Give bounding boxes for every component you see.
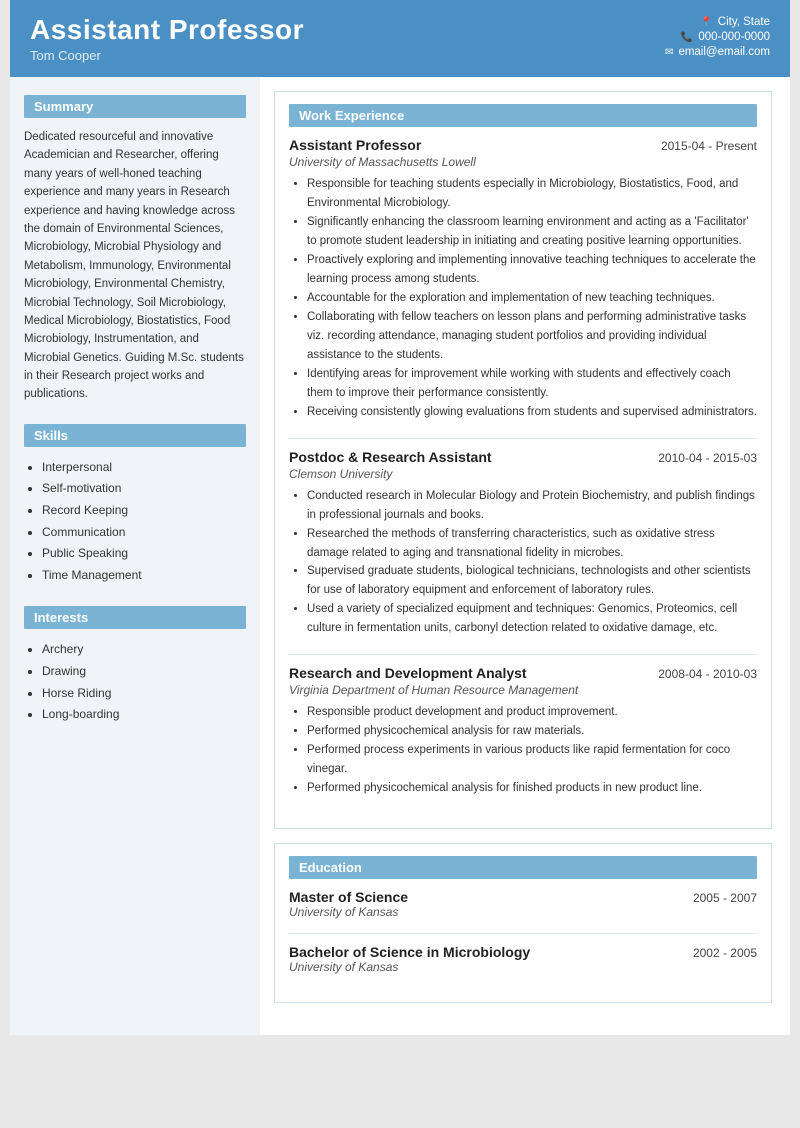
job-3-org: Virginia Department of Human Resource Ma… bbox=[289, 683, 757, 697]
job-1-header-row: Assistant Professor 2015-04 - Present bbox=[289, 137, 757, 153]
interests-section: Interests Archery Drawing Horse Riding L… bbox=[24, 606, 246, 725]
bullet: Identifying areas for improvement while … bbox=[307, 365, 757, 403]
skills-list: Interpersonal Self-motivation Record Kee… bbox=[24, 457, 246, 587]
bullet: Researched the methods of transferring c… bbox=[307, 525, 757, 563]
bullet: Supervised graduate students, biological… bbox=[307, 562, 757, 600]
job-3-header-row: Research and Development Analyst 2008-04… bbox=[289, 665, 757, 681]
bullet: Proactively exploring and implementing i… bbox=[307, 251, 757, 289]
email-icon: ✉ bbox=[665, 47, 673, 58]
job-3-title: Research and Development Analyst bbox=[289, 665, 527, 681]
edu-1-degree: Master of Science bbox=[289, 889, 408, 905]
summary-text: Dedicated resourceful and innovative Aca… bbox=[24, 128, 246, 404]
edu-1-dates: 2005 - 2007 bbox=[693, 891, 757, 905]
skill-item: Public Speaking bbox=[42, 543, 246, 565]
job-1-dates: 2015-04 - Present bbox=[661, 139, 757, 153]
left-column: Summary Dedicated resourceful and innova… bbox=[10, 77, 260, 1035]
header: Assistant Professor Tom Cooper 📍 City, S… bbox=[10, 0, 790, 77]
job-1-bullets: Responsible for teaching students especi… bbox=[289, 175, 757, 422]
job-3-bullets: Responsible product development and prod… bbox=[289, 703, 757, 798]
job-2-header-row: Postdoc & Research Assistant 2010-04 - 2… bbox=[289, 449, 757, 465]
interest-item: Long-boarding bbox=[42, 704, 246, 726]
education-header: Education bbox=[289, 856, 757, 879]
bullet: Performed process experiments in various… bbox=[307, 741, 757, 779]
email-row: ✉ email@email.com bbox=[665, 46, 770, 58]
bullet: Performed physicochemical analysis for r… bbox=[307, 722, 757, 741]
location-row: 📍 City, State bbox=[665, 16, 770, 28]
summary-header: Summary bbox=[24, 95, 246, 118]
bullet: Conducted research in Molecular Biology … bbox=[307, 487, 757, 525]
right-column: Work Experience Assistant Professor 2015… bbox=[260, 77, 790, 1035]
job-2-dates: 2010-04 - 2015-03 bbox=[658, 451, 757, 465]
job-2: Postdoc & Research Assistant 2010-04 - 2… bbox=[289, 449, 757, 639]
skill-item: Communication bbox=[42, 522, 246, 544]
location-icon: 📍 bbox=[700, 17, 712, 28]
edu-2-degree: Bachelor of Science in Microbiology bbox=[289, 944, 530, 960]
body: Summary Dedicated resourceful and innova… bbox=[10, 77, 790, 1035]
job-1: Assistant Professor 2015-04 - Present Un… bbox=[289, 137, 757, 422]
edu-2: Bachelor of Science in Microbiology 2002… bbox=[289, 944, 757, 974]
skill-item: Time Management bbox=[42, 565, 246, 587]
header-left: Assistant Professor Tom Cooper bbox=[30, 14, 304, 63]
header-contact: 📍 City, State 📞 000-000-0000 ✉ email@ema… bbox=[665, 16, 770, 61]
work-experience-header: Work Experience bbox=[289, 104, 757, 127]
phone-icon: 📞 bbox=[681, 32, 693, 43]
edu-2-header-row: Bachelor of Science in Microbiology 2002… bbox=[289, 944, 757, 960]
job-3: Research and Development Analyst 2008-04… bbox=[289, 665, 757, 798]
bullet: Used a variety of specialized equipment … bbox=[307, 600, 757, 638]
bullet: Accountable for the exploration and impl… bbox=[307, 289, 757, 308]
bullet: Significantly enhancing the classroom le… bbox=[307, 213, 757, 251]
education-section: Education Master of Science 2005 - 2007 … bbox=[274, 843, 772, 1003]
job-3-dates: 2008-04 - 2010-03 bbox=[658, 667, 757, 681]
interests-header: Interests bbox=[24, 606, 246, 629]
skill-item: Record Keeping bbox=[42, 500, 246, 522]
edu-1-header-row: Master of Science 2005 - 2007 bbox=[289, 889, 757, 905]
interest-item: Drawing bbox=[42, 661, 246, 683]
email-text: email@email.com bbox=[678, 46, 770, 58]
interest-item: Horse Riding bbox=[42, 683, 246, 705]
skill-item: Self-motivation bbox=[42, 478, 246, 500]
job-1-title: Assistant Professor bbox=[289, 137, 421, 153]
location-text: City, State bbox=[718, 16, 770, 28]
edu-1-org: University of Kansas bbox=[289, 905, 757, 919]
job-2-org: Clemson University bbox=[289, 467, 757, 481]
candidate-name: Tom Cooper bbox=[30, 48, 304, 63]
bullet: Collaborating with fellow teachers on le… bbox=[307, 308, 757, 365]
bullet: Receiving consistently glowing evaluatio… bbox=[307, 403, 757, 422]
summary-section: Summary Dedicated resourceful and innova… bbox=[24, 95, 246, 404]
divider-2 bbox=[289, 654, 757, 655]
edu-2-dates: 2002 - 2005 bbox=[693, 946, 757, 960]
divider-edu bbox=[289, 933, 757, 934]
bullet: Responsible for teaching students especi… bbox=[307, 175, 757, 213]
job-2-title: Postdoc & Research Assistant bbox=[289, 449, 492, 465]
skills-section: Skills Interpersonal Self-motivation Rec… bbox=[24, 424, 246, 587]
divider-1 bbox=[289, 438, 757, 439]
edu-2-org: University of Kansas bbox=[289, 960, 757, 974]
skills-header: Skills bbox=[24, 424, 246, 447]
job-2-bullets: Conducted research in Molecular Biology … bbox=[289, 487, 757, 639]
edu-1: Master of Science 2005 - 2007 University… bbox=[289, 889, 757, 919]
interest-item: Archery bbox=[42, 639, 246, 661]
job-title-header: Assistant Professor bbox=[30, 14, 304, 46]
phone-text: 000-000-0000 bbox=[698, 31, 770, 43]
work-experience-section: Work Experience Assistant Professor 2015… bbox=[274, 91, 772, 829]
skill-item: Interpersonal bbox=[42, 457, 246, 479]
bullet: Performed physicochemical analysis for f… bbox=[307, 779, 757, 798]
job-1-org: University of Massachusetts Lowell bbox=[289, 155, 757, 169]
bullet: Responsible product development and prod… bbox=[307, 703, 757, 722]
phone-row: 📞 000-000-0000 bbox=[665, 31, 770, 43]
interests-list: Archery Drawing Horse Riding Long-boardi… bbox=[24, 639, 246, 725]
